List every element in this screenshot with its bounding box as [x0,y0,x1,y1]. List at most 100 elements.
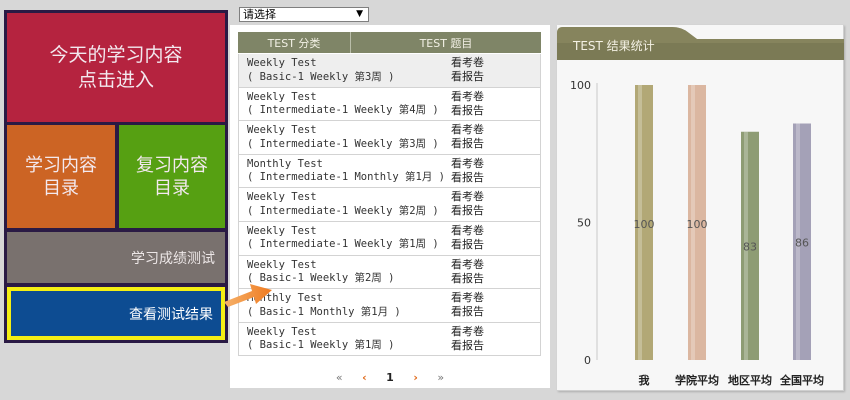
column-header-category: TEST 分类 [238,32,351,53]
table-row: Weekly Test( Intermediate-1 Weekly 第4周 )… [238,87,541,122]
view-report-link[interactable]: 看报告 [451,137,484,151]
test-name: Weekly Test( Intermediate-1 Weekly 第3周 ) [247,124,439,151]
review-tile-line1: 复习内容 [136,154,208,176]
view-report-link[interactable]: 看报告 [451,204,484,218]
category-label: 我 [639,373,650,387]
test-type: Weekly Test [247,57,317,69]
chevron-down-icon: ▼ [356,9,363,19]
row-actions: 看考卷 看报告 [451,123,484,151]
learn-tile-line2: 目录 [43,177,79,199]
today-content-tile[interactable]: 今天的学习内容 点击进入 [7,13,225,122]
row-actions: 看考卷 看报告 [451,291,484,319]
table-header: TEST 分类 TEST 题目 [238,32,541,53]
table-row: Monthly Test( Basic-1 Monthly 第1月 ) 看考卷 看报… [238,289,541,323]
view-results-label: 查看测试结果 [129,306,213,323]
orange-arrow-icon [224,284,272,307]
table-row: Weekly Test( Basic-1 Weekly 第3周 ) 看考卷 看报告 [238,54,541,88]
table-row: Weekly Test( Intermediate-1 Weekly 第3周 )… [238,121,541,155]
view-paper-link[interactable]: 看考卷 [451,157,484,171]
table-row: Weekly Test( Basic-1 Weekly 第1周 ) 看考卷 看报告 [238,322,541,357]
test-type: Weekly Test [247,325,317,338]
bar-value-label: 100 [634,218,655,231]
table-row: Weekly Test( Intermediate-1 Weekly 第2周 )… [238,188,541,222]
test-detail: ( Basic-1 Weekly 第3周 ) [247,70,395,83]
test-name: Monthly Test( Intermediate-1 Monthly 第1月… [247,158,445,185]
view-paper-link[interactable]: 看考卷 [451,123,484,137]
review-tile-line2: 目录 [154,177,190,199]
category-label: 全国平均 [779,373,824,387]
learn-content-tile[interactable]: 学习内容 目录 [7,125,115,228]
view-report-link[interactable]: 看报告 [451,339,484,353]
test-select-value: 请选择 [243,8,276,21]
view-results-tile[interactable]: 查看测试结果 [7,287,225,340]
today-tile-line1: 今天的学习内容 [49,43,183,66]
view-report-link[interactable]: 看报告 [451,238,484,252]
y-tick-label: 0 [584,354,591,367]
view-report-link[interactable]: 看报告 [451,272,484,286]
test-type: Weekly Test [247,224,317,237]
pagination: « ‹ 1 › » [230,371,550,384]
column-header-title: TEST 题目 [351,32,541,53]
row-actions: 看考卷 看报告 [451,90,484,118]
review-content-tile[interactable]: 复习内容 目录 [119,125,225,228]
category-label: 学院平均 [675,373,719,387]
view-paper-link[interactable]: 看考卷 [451,224,484,238]
view-report-link[interactable]: 看报告 [451,70,484,84]
current-page[interactable]: 1 [386,371,394,384]
test-detail: ( Intermediate-1 Weekly 第2周 ) [247,204,439,217]
bar-value-label: 100 [687,218,708,231]
score-test-tile[interactable]: 学习成绩测试 [7,232,225,283]
first-page-button[interactable]: « [336,371,343,384]
test-name: Weekly Test( Intermediate-1 Weekly 第1周 ) [247,225,439,252]
test-type: Weekly Test [247,124,317,137]
view-paper-link[interactable]: 看考卷 [451,190,484,204]
table-row: Weekly Test( Intermediate-1 Weekly 第1周 )… [238,221,541,256]
view-paper-link[interactable]: 看考卷 [451,90,484,104]
bar-value-label: 86 [795,236,809,249]
row-actions: 看考卷 看报告 [451,190,484,218]
tile-menu: 今天的学习内容 点击进入 学习内容 目录 复习内容 目录 学习成绩测试 查看测试结果 [4,10,228,343]
view-report-link[interactable]: 看报告 [451,171,484,185]
test-detail: ( Intermediate-1 Weekly 第1周 ) [247,238,439,251]
view-paper-link[interactable]: 看考卷 [451,56,484,70]
view-report-link[interactable]: 看报告 [451,305,484,319]
score-test-label: 学习成绩测试 [131,250,215,267]
prev-page-button[interactable]: ‹ [362,371,367,384]
view-paper-link[interactable]: 看考卷 [451,258,484,272]
test-name: Weekly Test( Intermediate-1 Weekly 第2周 ) [247,191,439,218]
test-type: Monthly Test [247,157,323,170]
test-name: Weekly Test( Intermediate-1 Weekly 第4周 ) [247,91,439,118]
table-row: Monthly Test( Intermediate-1 Monthly 第1月… [238,154,541,189]
row-actions: 看考卷 看报告 [451,258,484,286]
row-actions: 看考卷 看报告 [451,325,484,353]
last-page-button[interactable]: » [437,371,444,384]
test-detail: ( Intermediate-1 Weekly 第4周 ) [247,104,439,117]
view-report-link[interactable]: 看报告 [451,104,484,118]
test-type: Weekly Test [247,191,317,204]
table-row: Weekly Test( Basic-1 Weekly 第2周 ) 看考卷 看报告 [238,255,541,290]
results-stats-panel: TEST 结果统计 0 50 100 100 我 100 学院平均 83 地区平均 86 全国平均 [557,25,844,391]
test-detail: ( Intermediate-1 Weekly 第3周 ) [247,137,439,150]
test-detail: ( Intermediate-1 Monthly 第1月 ) [247,171,446,184]
view-paper-link[interactable]: 看考卷 [451,325,484,339]
test-select[interactable]: 请选择 ▼ [239,7,369,22]
test-type: Weekly Test [247,90,317,103]
y-tick-label: 100 [570,79,591,92]
test-detail: ( Basic-1 Weekly 第1周 ) [247,339,395,352]
learn-tile-line1: 学习内容 [25,154,97,176]
test-name: Weekly Test( Basic-1 Weekly 第1周 ) [247,326,394,353]
test-type: Weekly Test [247,258,317,271]
test-list-panel: TEST 分类 TEST 题目 Weekly Test( Basic-1 Wee… [230,25,550,388]
today-tile-line2: 点击进入 [77,68,154,91]
row-actions: 看考卷 看报告 [451,56,484,84]
view-paper-link[interactable]: 看考卷 [451,291,484,305]
test-name: Weekly Test( Basic-1 Weekly 第3周 ) [247,57,394,84]
row-actions: 看考卷 看报告 [451,224,484,252]
results-bar-chart: 0 50 100 100 我 100 学院平均 83 地区平均 86 全国平均 [570,79,824,387]
table-body: Weekly Test( Basic-1 Weekly 第3周 ) 看考卷 看报告 W… [238,54,541,357]
bar-value-label: 83 [743,240,757,253]
stats-title: TEST 结果统计 [573,39,655,53]
row-actions: 看考卷 看报告 [451,157,484,185]
category-label: 地区平均 [728,373,772,387]
next-page-button[interactable]: › [413,371,418,384]
